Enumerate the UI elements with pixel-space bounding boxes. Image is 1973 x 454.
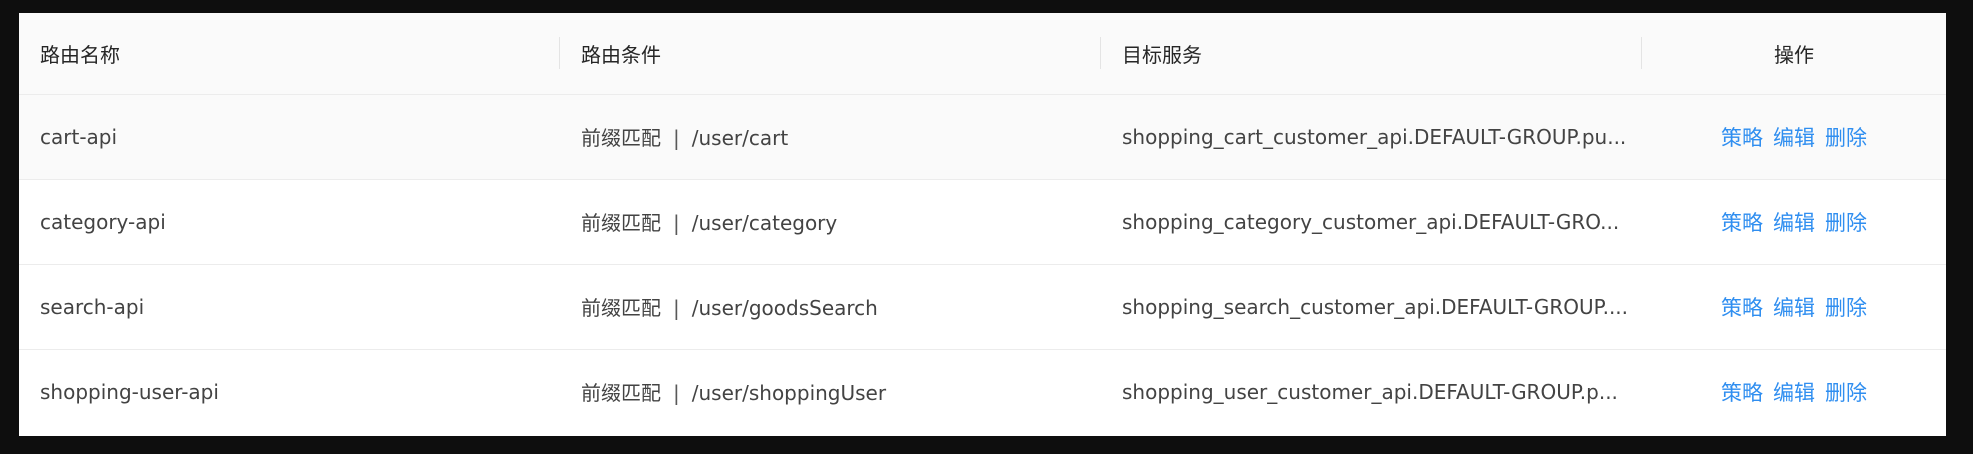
route-condition-cell: 前缀匹配 | /user/cart (560, 94, 1101, 180)
condition-separator: | (673, 381, 680, 406)
delete-link[interactable]: 删除 (1825, 126, 1867, 150)
column-header-actions: 操作 (1642, 13, 1946, 95)
route-path: /user/category (691, 211, 838, 235)
header-row: 路由名称 路由条件 目标服务 操作 (19, 13, 1946, 95)
condition-separator: | (673, 296, 680, 320)
edit-link[interactable]: 编辑 (1773, 211, 1815, 235)
target-service-cell: shopping_cart_customer_api.DEFAULT-GROUP… (1101, 94, 1642, 180)
delete-link[interactable]: 删除 (1825, 211, 1867, 235)
target-service-cell: shopping_user_customer_api.DEFAULT-GROUP… (1122, 379, 1618, 404)
route-path: /user/shoppingUser (691, 381, 887, 406)
table-row: cart-api 前缀匹配 | /user/cart shopping_cart_c… (19, 94, 1946, 180)
table-row: category-api 前缀匹配 | /user/category shoppin… (19, 179, 1946, 265)
route-name-cell: shopping-user-api (40, 379, 219, 404)
match-type-label: 前缀匹配 (581, 296, 661, 320)
route-name-cell: cart-api (19, 94, 560, 180)
match-type-label: 前缀匹配 (581, 381, 661, 406)
column-header-route-name: 路由名称 (19, 13, 560, 95)
actions-cell: 策略 编辑 删除 (1642, 349, 1946, 434)
route-path: /user/cart (691, 126, 789, 150)
column-header-target-service: 目标服务 (1101, 13, 1642, 95)
actions-cell: 策略 编辑 删除 (1642, 264, 1946, 350)
edit-link[interactable]: 编辑 (1773, 296, 1815, 320)
table-row: search-api 前缀匹配 | /user/goodsSearch shoppi… (19, 264, 1946, 350)
route-table-panel: 路由名称 路由条件 目标服务 操作 cart-api 前缀匹配 | /user/ca… (19, 13, 1946, 436)
table-row: shopping-user-api 前缀匹配 | /user/shoppingUse… (19, 349, 1946, 434)
edit-link[interactable]: 编辑 (1773, 381, 1815, 405)
strategy-link[interactable]: 策略 (1721, 296, 1763, 320)
route-name-cell: search-api (19, 264, 560, 350)
condition-separator: | (673, 211, 680, 235)
strategy-link[interactable]: 策略 (1721, 211, 1763, 235)
column-header-route-condition: 路由条件 (560, 13, 1101, 95)
route-path: /user/goodsSearch (691, 296, 878, 320)
condition-separator: | (673, 126, 680, 150)
route-condition-cell: 前缀匹配 | /user/goodsSearch (560, 264, 1101, 350)
delete-link[interactable]: 删除 (1825, 381, 1867, 405)
route-condition-cell: 前缀匹配 | /user/category (560, 179, 1101, 265)
delete-link[interactable]: 删除 (1825, 296, 1867, 320)
strategy-link[interactable]: 策略 (1721, 126, 1763, 150)
edit-link[interactable]: 编辑 (1773, 126, 1815, 150)
route-table: 路由名称 路由条件 目标服务 操作 cart-api 前缀匹配 | /user/ca… (19, 13, 1946, 434)
match-type-label: 前缀匹配 (581, 126, 661, 150)
route-condition-cell: 前缀匹配 | /user/shoppingUser (560, 349, 1101, 434)
match-type-label: 前缀匹配 (581, 211, 661, 235)
target-service-cell: shopping_category_customer_api.DEFAULT-G… (1101, 179, 1642, 265)
route-name-cell: category-api (19, 179, 560, 265)
table-body: cart-api 前缀匹配 | /user/cart shopping_cart_c… (19, 94, 1946, 434)
target-service-cell: shopping_search_customer_api.DEFAULT-GRO… (1101, 264, 1642, 350)
actions-cell: 策略 编辑 删除 (1642, 94, 1946, 180)
actions-cell: 策略 编辑 删除 (1642, 179, 1946, 265)
table-header: 路由名称 路由条件 目标服务 操作 (19, 13, 1946, 95)
strategy-link[interactable]: 策略 (1721, 381, 1763, 405)
